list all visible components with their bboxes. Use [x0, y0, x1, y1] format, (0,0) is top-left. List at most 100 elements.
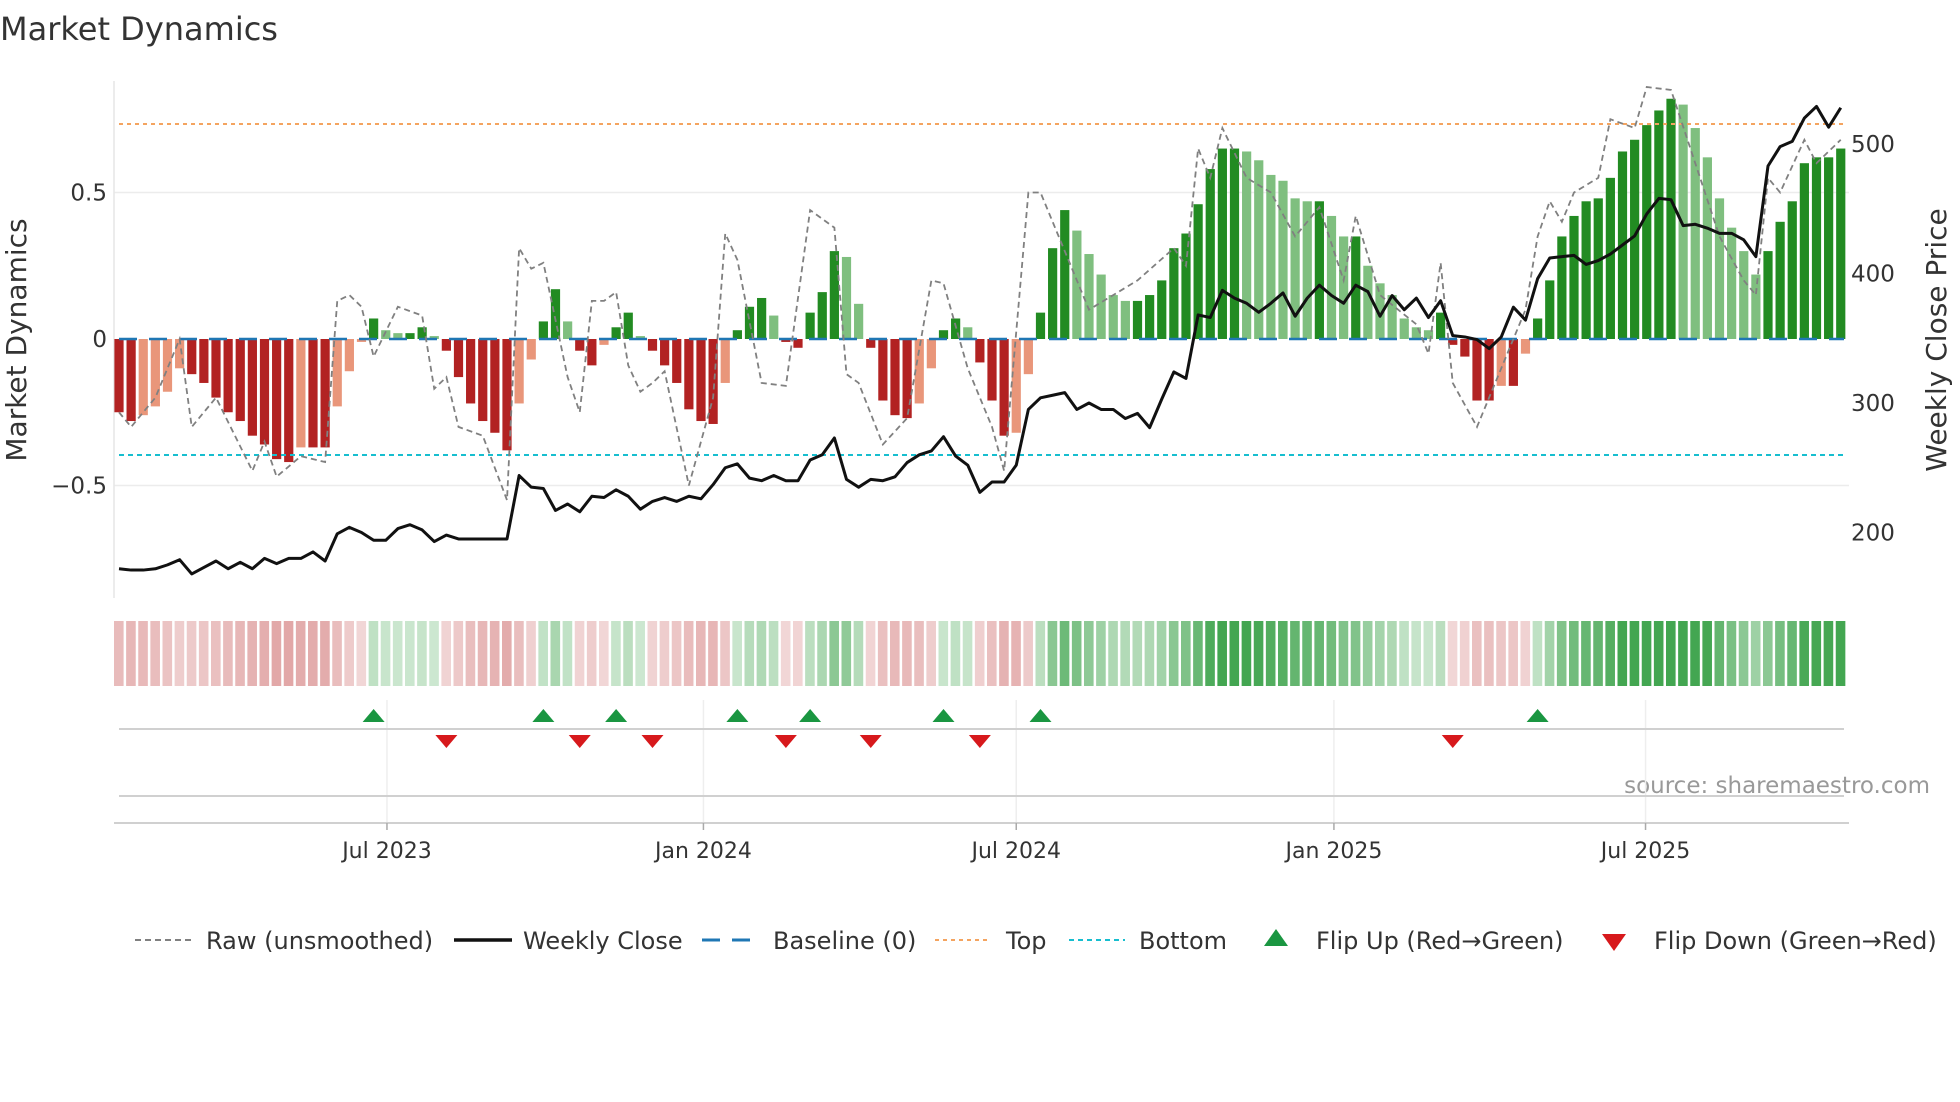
y-tick-label: 0 — [92, 327, 107, 353]
momentum-bar — [247, 339, 257, 436]
momentum-bar — [817, 292, 827, 339]
regime-cell — [1423, 621, 1434, 686]
momentum-bar — [1023, 339, 1033, 375]
momentum-bar — [1108, 295, 1118, 339]
x-tick-label: Jul 2024 — [969, 839, 1061, 864]
regime-cell — [1447, 621, 1458, 686]
momentum-bar — [466, 339, 476, 404]
regime-cell — [368, 621, 379, 686]
regime-cell — [1738, 621, 1749, 686]
x-tick-label: Jul 2023 — [340, 839, 432, 864]
regime-cell — [1168, 621, 1179, 686]
regime-cell — [974, 621, 985, 686]
regime-cell — [1556, 621, 1567, 686]
regime-cell — [1605, 621, 1615, 686]
regime-cell — [223, 621, 233, 686]
momentum-bar — [1787, 201, 1797, 339]
regime-cell — [696, 621, 706, 686]
momentum-bar — [1520, 339, 1531, 354]
regime-cell — [877, 621, 888, 686]
momentum-bar — [235, 339, 245, 422]
regime-cell — [502, 621, 512, 686]
regime-cell — [235, 621, 245, 686]
regime-cell — [356, 621, 367, 686]
regime-cell — [538, 621, 548, 686]
regime-cell — [514, 621, 524, 686]
regime-cell — [1399, 621, 1409, 686]
regime-cell — [1314, 621, 1324, 686]
regime-cell — [1799, 621, 1809, 686]
momentum-bar — [1157, 280, 1167, 339]
chart-title: Market Dynamics — [0, 10, 278, 48]
momentum-bar — [1132, 300, 1143, 339]
momentum-bar — [1084, 254, 1094, 339]
regime-cell — [1302, 621, 1312, 686]
flip-down-marker — [1441, 735, 1464, 748]
regime-cell — [962, 621, 973, 686]
momentum-bar — [1399, 318, 1409, 339]
regime-cell — [744, 621, 755, 686]
regime-cell — [817, 621, 827, 686]
legend-flip-down-icon — [1602, 934, 1626, 951]
momentum-bar — [1120, 300, 1130, 339]
regime-cell — [1350, 621, 1361, 686]
legend-label: Raw (unsmoothed) — [206, 927, 433, 955]
regime-cell — [1229, 621, 1240, 686]
legend-label: Weekly Close — [523, 927, 683, 955]
regime-cell — [1071, 621, 1082, 686]
regime-cell — [1472, 621, 1482, 686]
regime-cell — [1411, 621, 1421, 686]
regime-cell — [1253, 621, 1264, 686]
flip-up-marker — [605, 709, 628, 722]
momentum-bar — [1593, 198, 1603, 339]
regime-cell — [1641, 621, 1652, 686]
momentum-bar — [344, 339, 354, 372]
momentum-bar — [308, 339, 318, 448]
momentum-bar — [441, 339, 451, 351]
momentum-bar — [1145, 295, 1155, 339]
regime-cell — [611, 621, 621, 686]
legend-label: Flip Up (Red→Green) — [1316, 927, 1564, 955]
momentum-bar — [126, 339, 136, 422]
regime-cell — [211, 621, 221, 686]
momentum-bar — [1072, 230, 1082, 339]
momentum-bar — [1229, 148, 1240, 339]
momentum-bar — [1472, 339, 1482, 401]
regime-cell — [1035, 621, 1046, 686]
momentum-bar — [563, 321, 573, 339]
momentum-bar — [732, 330, 742, 339]
regime-cell — [950, 621, 961, 686]
momentum-bar — [1836, 148, 1846, 339]
regime-cell — [126, 621, 136, 686]
momentum-bar — [1181, 233, 1191, 339]
momentum-bar — [757, 297, 767, 339]
regime-cell — [271, 621, 282, 686]
regime-cell — [841, 621, 852, 686]
momentum-bar — [1278, 180, 1288, 339]
flip-up-marker — [362, 709, 385, 722]
momentum-bar — [975, 339, 985, 363]
momentum-bar — [660, 339, 670, 366]
momentum-bar — [272, 339, 282, 460]
momentum-bar — [1666, 98, 1676, 340]
regime-cell — [320, 621, 330, 686]
momentum-bar — [684, 339, 694, 410]
momentum-bar — [1751, 274, 1761, 339]
momentum-bar — [1642, 125, 1652, 339]
momentum-bar — [223, 339, 233, 413]
regime-cell — [1811, 621, 1822, 686]
momentum-bar — [890, 339, 900, 416]
momentum-bar — [938, 330, 949, 339]
regime-cell — [441, 621, 451, 686]
momentum-bar — [623, 312, 633, 339]
regime-cell — [1629, 621, 1640, 686]
momentum-bar — [538, 321, 548, 339]
regime-cell — [1726, 621, 1737, 686]
x-tick-label: Jan 2024 — [653, 839, 752, 864]
regime-cell — [647, 621, 658, 686]
momentum-bar — [296, 339, 306, 448]
momentum-bar — [1605, 177, 1615, 339]
regime-cell — [1108, 621, 1118, 686]
momentum-bar — [1763, 251, 1773, 339]
regime-cell — [999, 621, 1009, 686]
